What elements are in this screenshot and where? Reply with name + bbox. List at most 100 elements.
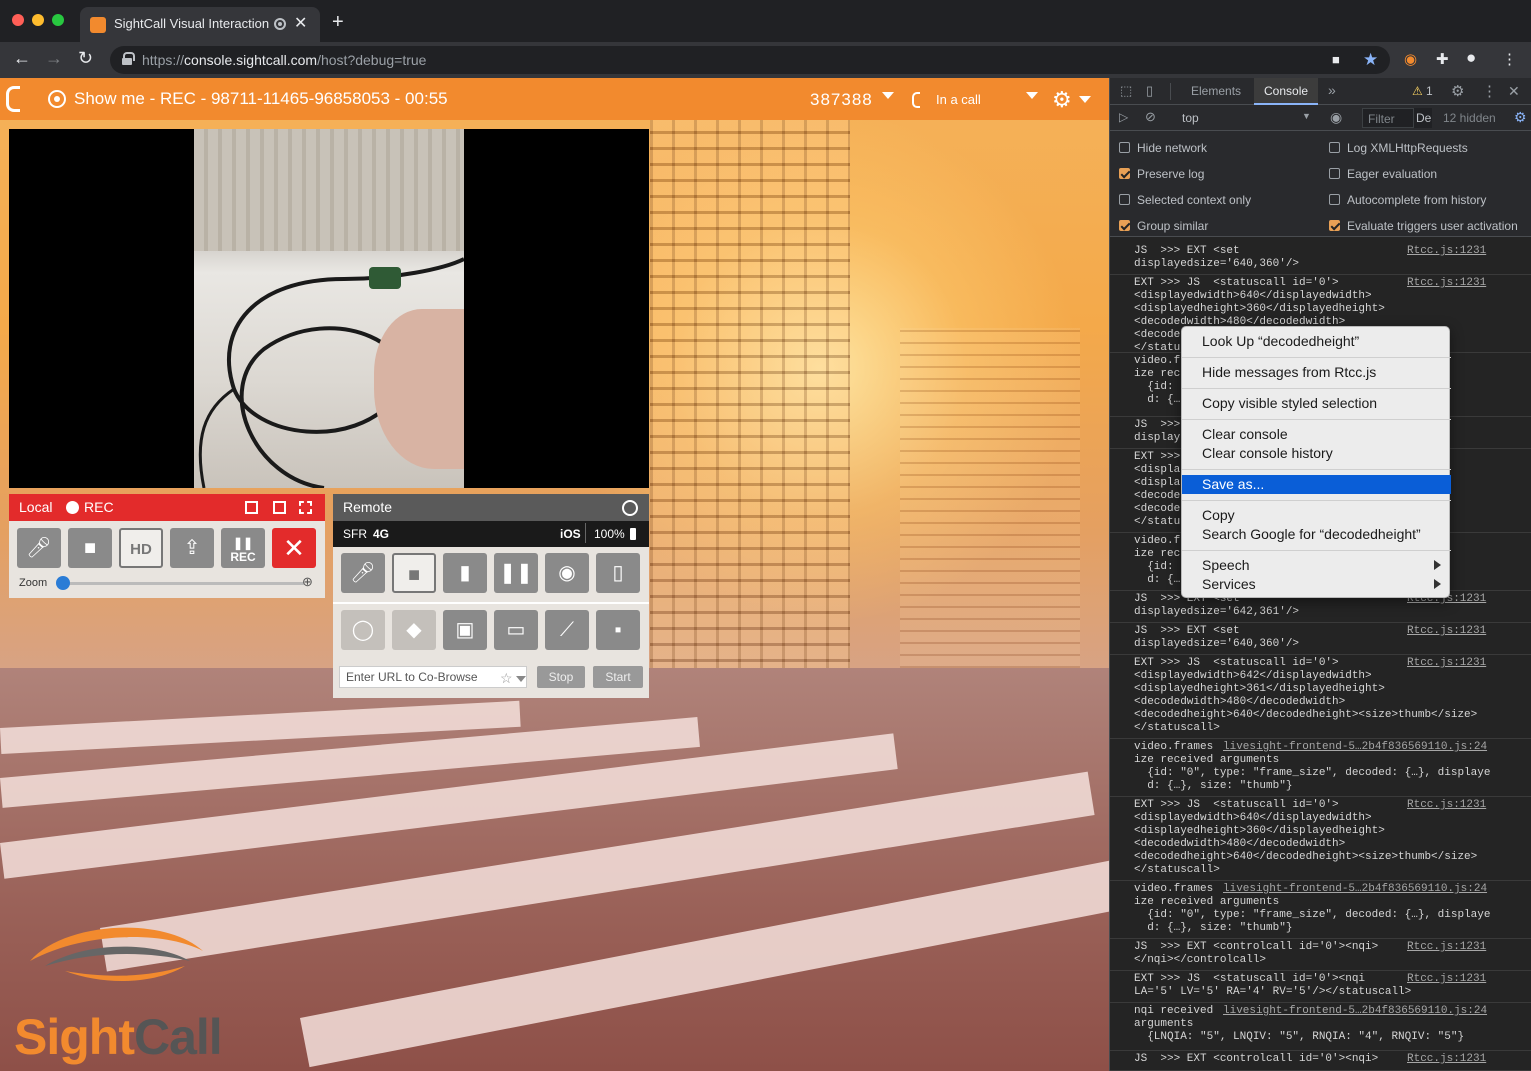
- measure-ruler-button[interactable]: ⟋: [545, 610, 589, 650]
- reload-icon[interactable]: ↻: [78, 48, 93, 69]
- restore-panel-icon[interactable]: [273, 501, 286, 514]
- option-preserve-log[interactable]: Preserve log: [1119, 167, 1204, 181]
- save-disk-button[interactable]: ▪: [596, 610, 640, 650]
- zoom-slider-handle[interactable]: [56, 576, 70, 590]
- console-source-link[interactable]: Rtcc.js:1231: [1407, 1053, 1486, 1066]
- browser-menu-icon[interactable]: ⋮: [1502, 50, 1517, 68]
- flashlight-button[interactable]: ▮: [443, 553, 487, 593]
- checkbox[interactable]: [1119, 194, 1130, 205]
- menu-item-copy[interactable]: Copy: [1182, 506, 1451, 525]
- devtools-menu-icon[interactable]: ⋮: [1482, 82, 1497, 100]
- call-code[interactable]: 387388: [810, 90, 873, 110]
- favorite-star-icon[interactable]: ☆: [500, 670, 513, 687]
- console-source-link[interactable]: livesight-frontend-5…2b4f836569110.js:24: [1223, 1005, 1487, 1018]
- tab-elements[interactable]: Elements: [1191, 84, 1241, 98]
- minimize-window-button[interactable]: [32, 14, 44, 26]
- extensions-puzzle-icon[interactable]: ✚: [1436, 50, 1449, 68]
- bookmark-star-icon[interactable]: ★: [1363, 50, 1378, 70]
- settings-dropdown-icon[interactable]: [1079, 96, 1091, 103]
- hd-button[interactable]: HD: [119, 528, 163, 568]
- live-expression-eye-icon[interactable]: ◉: [1330, 109, 1342, 126]
- tab-console[interactable]: Console: [1264, 84, 1308, 98]
- log-levels-dropdown[interactable]: De: [1416, 111, 1431, 125]
- console-source-link[interactable]: Rtcc.js:1231: [1407, 625, 1486, 638]
- option-group-similar[interactable]: Group similar: [1119, 219, 1208, 233]
- code-dropdown-icon[interactable]: [882, 92, 894, 99]
- menu-item-save-as[interactable]: Save as...: [1182, 475, 1451, 494]
- eraser-button[interactable]: ◆: [392, 610, 436, 650]
- console-message[interactable]: video.frames ize received arguments {id:…: [1110, 739, 1531, 797]
- console-message[interactable]: JS >>> EXT <controlcall id='0'><nqi> Rtcc…: [1110, 1051, 1531, 1071]
- menu-item-copy-styled[interactable]: Copy visible styled selection: [1182, 394, 1451, 413]
- console-message[interactable]: EXT >>> JS <statuscall id='0'> <displaye…: [1110, 655, 1531, 739]
- close-window-button[interactable]: [12, 14, 24, 26]
- console-source-link[interactable]: Rtcc.js:1231: [1407, 245, 1486, 258]
- devtools-settings-icon[interactable]: ⚙: [1451, 82, 1464, 100]
- option-selected-context-only[interactable]: Selected context only: [1119, 193, 1251, 207]
- menu-item-speech[interactable]: Speech: [1182, 556, 1451, 575]
- close-tab-icon[interactable]: ✕: [294, 13, 307, 33]
- sightcall-extension-icon[interactable]: ◉: [1404, 50, 1417, 68]
- menu-item-services[interactable]: Services: [1182, 575, 1451, 594]
- start-button[interactable]: Start: [593, 666, 643, 688]
- forward-icon[interactable]: →: [45, 48, 63, 69]
- minimize-panel-icon[interactable]: [245, 501, 258, 514]
- warning-icon[interactable]: ⚠: [1412, 84, 1423, 98]
- share-screen-button[interactable]: ⇪: [170, 528, 214, 568]
- console-source-link[interactable]: livesight-frontend-5…2b4f836569110.js:24: [1223, 883, 1487, 896]
- remote-camera-button[interactable]: ■: [392, 553, 436, 593]
- browser-tab[interactable]: SightCall Visual Interaction ✕: [80, 7, 320, 42]
- cobrowse-dropdown-icon[interactable]: [516, 676, 526, 682]
- stop-button[interactable]: Stop: [537, 666, 585, 688]
- context-selector[interactable]: top: [1182, 111, 1199, 125]
- close-devtools-icon[interactable]: ✕: [1508, 83, 1520, 100]
- remote-microphone-button[interactable]: 🎤︎: [341, 553, 385, 593]
- call-status-dropdown-icon[interactable]: [1026, 92, 1038, 99]
- settings-gear-icon[interactable]: ⚙: [1052, 87, 1072, 113]
- console-source-link[interactable]: Rtcc.js:1231: [1407, 277, 1486, 290]
- device-toolbar-icon[interactable]: ▯: [1146, 83, 1153, 99]
- warning-count[interactable]: 1: [1426, 84, 1433, 98]
- back-icon[interactable]: ←: [13, 48, 31, 69]
- console-message[interactable]: nqi received arguments {LNQIA: "5", LNQI…: [1110, 1003, 1531, 1051]
- option-eager-evaluation[interactable]: Eager evaluation: [1329, 167, 1437, 181]
- menu-item-clear-history[interactable]: Clear console history: [1182, 444, 1451, 463]
- checkbox[interactable]: [1119, 142, 1130, 153]
- switch-camera-button[interactable]: ▯: [596, 553, 640, 593]
- profile-avatar-icon[interactable]: ●: [1466, 48, 1476, 68]
- option-hide-network[interactable]: Hide network: [1119, 141, 1207, 155]
- checkbox[interactable]: [1329, 142, 1340, 153]
- option-autocomplete-history[interactable]: Autocomplete from history: [1329, 193, 1486, 207]
- more-tabs-icon[interactable]: »: [1328, 82, 1336, 98]
- gallery-button[interactable]: ▣: [443, 610, 487, 650]
- checkbox[interactable]: [1329, 168, 1340, 179]
- checkbox[interactable]: [1119, 168, 1130, 179]
- context-dropdown-icon[interactable]: ▼: [1302, 111, 1311, 121]
- console-message[interactable]: JS >>> EXT <set displayedsize='640,360'/…: [1110, 243, 1531, 275]
- phone-icon[interactable]: [6, 86, 20, 112]
- console-source-link[interactable]: Rtcc.js:1231: [1407, 657, 1486, 670]
- menu-item-clear-console[interactable]: Clear console: [1182, 425, 1451, 444]
- snapshot-camera-button[interactable]: ◉: [545, 553, 589, 593]
- option-evaluate-triggers[interactable]: Evaluate triggers user activation: [1329, 219, 1518, 233]
- checkbox[interactable]: [1119, 220, 1130, 231]
- microphone-button[interactable]: 🎤︎: [17, 528, 61, 568]
- fullscreen-icon[interactable]: [299, 501, 312, 514]
- camera-button[interactable]: ■: [68, 528, 112, 568]
- cobrowse-url-input[interactable]: Enter URL to Co-Browse ☆: [339, 666, 527, 688]
- checkbox[interactable]: [1329, 194, 1340, 205]
- address-bar[interactable]: https://console.sightcall.com/host?debug…: [110, 46, 1390, 74]
- console-source-link[interactable]: Rtcc.js:1231: [1407, 973, 1486, 986]
- console-message[interactable]: EXT >>> JS <statuscall id='0'><nqi LA='5…: [1110, 971, 1531, 1003]
- checkbox[interactable]: [1329, 220, 1340, 231]
- console-message[interactable]: video.frames ize received arguments {id:…: [1110, 881, 1531, 939]
- console-source-link[interactable]: livesight-frontend-5…2b4f836569110.js:24: [1223, 741, 1487, 754]
- cast-button[interactable]: ▭: [494, 610, 538, 650]
- pause-video-button[interactable]: ❚❚: [494, 553, 538, 593]
- menu-item-look-up[interactable]: Look Up “decodedheight”: [1182, 332, 1451, 351]
- pause-rec-button[interactable]: ❚❚ REC: [221, 528, 265, 568]
- console-source-link[interactable]: Rtcc.js:1231: [1407, 941, 1486, 954]
- new-tab-button[interactable]: +: [332, 11, 344, 34]
- locate-target-icon[interactable]: [622, 500, 638, 516]
- menu-item-search-google[interactable]: Search Google for “decodedheight”: [1182, 525, 1451, 544]
